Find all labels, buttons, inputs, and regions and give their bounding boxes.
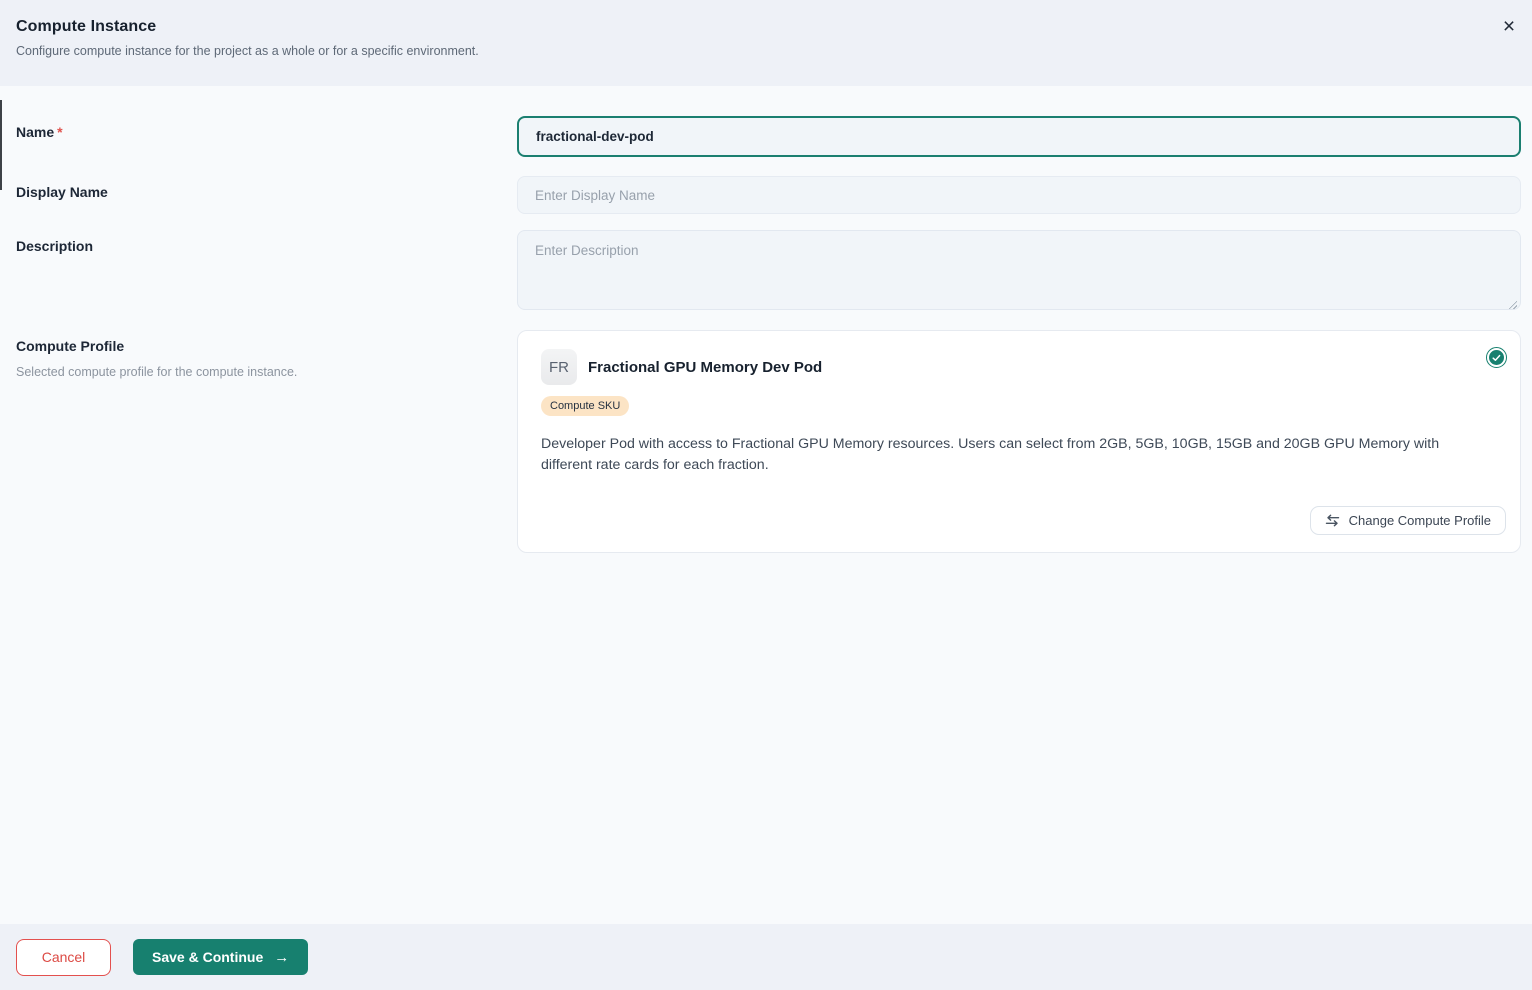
arrow-right-icon: → bbox=[274, 948, 290, 966]
description-label: Description bbox=[16, 238, 94, 254]
compute-profile-card[interactable]: FR Fractional GPU Memory Dev Pod Compute… bbox=[517, 330, 1521, 553]
display-name-label-col: Display Name bbox=[16, 176, 517, 214]
name-label: Name * bbox=[16, 124, 63, 140]
profile-avatar: FR bbox=[541, 349, 577, 385]
swap-icon bbox=[1325, 514, 1340, 527]
panel-header: Compute Instance Configure compute insta… bbox=[0, 0, 1532, 86]
description-row: Description bbox=[0, 230, 1532, 315]
display-name-field-col bbox=[517, 176, 1521, 214]
name-label-col: Name * bbox=[16, 116, 517, 157]
compute-instance-panel: Compute Instance Configure compute insta… bbox=[0, 0, 1532, 990]
compute-profile-label: Compute Profile bbox=[16, 338, 125, 354]
display-name-row: Display Name bbox=[0, 176, 1532, 214]
page-title: Compute Instance bbox=[16, 18, 157, 35]
required-asterisk: * bbox=[57, 124, 63, 140]
name-row: Name * bbox=[0, 116, 1532, 157]
cancel-button[interactable]: Cancel bbox=[16, 938, 111, 976]
profile-title: Fractional GPU Memory Dev Pod bbox=[588, 358, 823, 376]
page-subtitle: Configure compute instance for the proje… bbox=[16, 44, 479, 58]
close-icon[interactable]: × bbox=[1494, 12, 1524, 42]
form-body: Name* Display Name Description bbox=[0, 86, 1532, 924]
selected-check-icon bbox=[1486, 347, 1507, 368]
profile-card-head: FR Fractional GPU Memory Dev Pod bbox=[541, 349, 1497, 385]
save-continue-button[interactable]: Save & Continue → bbox=[133, 939, 309, 975]
description-input[interactable] bbox=[517, 230, 1521, 310]
save-continue-label: Save & Continue bbox=[152, 949, 264, 965]
change-compute-profile-button[interactable]: Change Compute Profile bbox=[1309, 506, 1506, 535]
change-compute-profile-label: Change Compute Profile bbox=[1348, 513, 1491, 528]
compute-profile-row: Compute Profile Selected compute profile… bbox=[0, 330, 1532, 553]
description-label-col: Description bbox=[16, 230, 517, 315]
page-edge-scrollbar[interactable] bbox=[0, 100, 2, 190]
compute-profile-field-col: FR Fractional GPU Memory Dev Pod Compute… bbox=[517, 330, 1521, 553]
name-input[interactable] bbox=[517, 116, 1521, 157]
display-name-input[interactable] bbox=[517, 176, 1521, 214]
name-field-col bbox=[517, 116, 1521, 157]
display-name-label: Display Name bbox=[16, 184, 108, 200]
panel-footer: Cancel Save & Continue → bbox=[0, 924, 1532, 990]
compute-profile-label-col: Compute Profile Selected compute profile… bbox=[16, 330, 517, 553]
profile-description: Developer Pod with access to Fractional … bbox=[541, 436, 1440, 473]
compute-profile-help-text: Selected compute profile for the compute… bbox=[16, 365, 298, 379]
description-field-col bbox=[517, 230, 1521, 315]
compute-sku-badge: Compute SKU bbox=[541, 396, 630, 416]
